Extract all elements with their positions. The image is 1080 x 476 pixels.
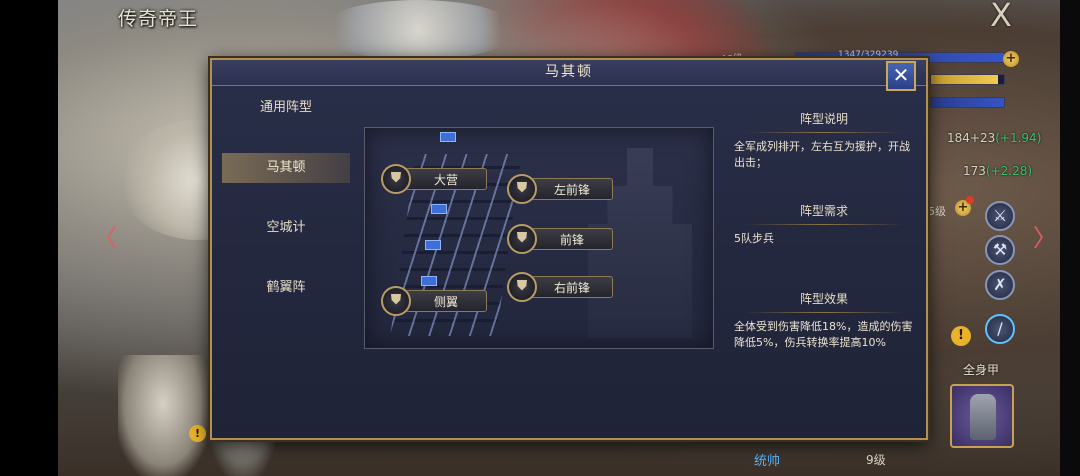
shield-icon: ⛊ [381,286,411,316]
notification-dot [966,196,974,204]
formation-board: ⛊ 大营 ⛊ 侧翼 ⛊ 左前锋 ⛊ 前锋 ⛊ 右前锋 [364,127,714,349]
unit-slot-left-vanguard[interactable]: ⛊ 左前锋 [507,174,613,204]
armor-slot[interactable] [950,384,1014,448]
section-body: 全体受到伤害降低18%，造成的伤害降低5%，伤兵转换率提高10% [734,320,913,349]
unit-label: 前锋 [531,228,613,250]
spear-icon[interactable]: / [985,314,1015,344]
next-hero-arrow-icon[interactable]: 〉 [1033,218,1057,253]
shield-icon: ⛊ [507,272,537,302]
armor-icon [970,394,996,440]
right-black-bar [1060,0,1080,476]
menu-item-empty-city[interactable]: 空城计 [222,213,350,243]
unit-label: 大营 [405,168,487,190]
dialog-title: 马其顿 [545,64,593,80]
shield-icon: ⛊ [381,164,411,194]
stat-attack: 184+23(+1.94) [947,131,1041,145]
section-title: 阵型说明 [734,110,914,133]
knight-figure [118,355,208,476]
menu-item-general[interactable]: 通用阵型 [222,93,350,123]
flag-icon [431,204,447,214]
stamina-bar [930,74,1005,85]
formation-dialog: 马其顿 ✕ 通用阵型 马其顿 空城计 鹤翼阵 ⛊ 大营 ⛊ 侧翼 ⛊ 左前锋 ⛊… [210,58,928,440]
shield-icon: ⛊ [507,224,537,254]
skill-level-badge: 5级 [928,205,946,218]
formation-requirement: 阵型需求 5队步兵 [734,202,914,247]
formation-effect: 阵型效果 全体受到伤害降低18%，造成的伤害降低5%，伤兵转换率提高10% [734,290,914,351]
flag-icon [421,276,437,286]
section-title: 阵型效果 [734,290,914,313]
stat-bonus: (+2.28) [985,164,1033,178]
stat-value: 173 [963,164,986,178]
section-title: 阵型需求 [734,202,914,225]
menu-item-crane-wing[interactable]: 鹤翼阵 [222,273,350,303]
unit-label: 右前锋 [531,276,613,298]
shield-icon: ⛊ [507,174,537,204]
prev-hero-arrow-icon[interactable]: 〈 [93,218,117,253]
section-body: 5队步兵 [734,232,774,245]
menu-item-macedon[interactable]: 马其顿 [222,153,350,183]
cloud [318,0,518,60]
unit-label: 侧翼 [405,290,487,312]
add-exp-button[interactable]: + [1003,51,1019,67]
armor-label: 全身甲 [963,363,1000,377]
unit-slot-flank[interactable]: ⛊ 侧翼 [381,286,487,316]
sword-icon[interactable]: ⚔ [985,201,1015,231]
formation-description: 阵型说明 全军成列排开，左右互为援护，开战出击； [734,110,914,171]
troop-bar [930,97,1005,108]
stat-bonus: (+1.94) [995,131,1042,145]
warning-icon[interactable]: ! [189,425,206,442]
close-icon[interactable]: X [985,0,1017,32]
left-black-bar [0,0,58,476]
stat-value: 184+23 [947,131,996,145]
dialog-header: 马其顿 [212,60,926,86]
section-body: 全军成列排开，左右互为援护，开战出击； [734,140,910,169]
bow-icon[interactable]: ✗ [985,270,1015,300]
tab-commander[interactable]: 统帅 [754,450,780,469]
close-button[interactable]: ✕ [886,61,916,91]
warning-icon[interactable]: ! [951,326,971,346]
game-title: 传奇帝王 [118,8,199,30]
tab-level[interactable]: 9级 [866,451,886,468]
formation-menu: 通用阵型 马其顿 空城计 鹤翼阵 [222,93,350,333]
axe-icon[interactable]: ⚒ [985,235,1015,265]
unit-label: 左前锋 [531,178,613,200]
flag-icon [440,132,456,142]
flag-icon [425,240,441,250]
stat-defense: 173(+2.28) [963,164,1032,178]
unit-slot-camp[interactable]: ⛊ 大营 [381,164,487,194]
unit-slot-vanguard[interactable]: ⛊ 前锋 [507,224,613,254]
unit-slot-right-vanguard[interactable]: ⛊ 右前锋 [507,272,613,302]
